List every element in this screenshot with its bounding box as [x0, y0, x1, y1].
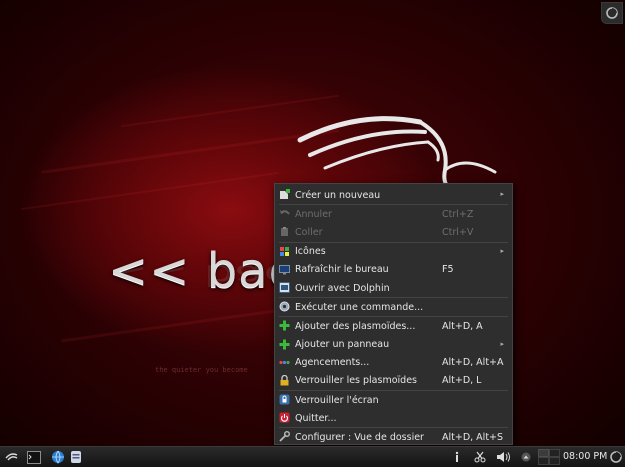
volume-tray-button[interactable] [494, 449, 514, 465]
menu-item-label: Rafraîchir le bureau [295, 264, 389, 276]
paste-icon [281, 227, 288, 237]
menu-item-label: Agencements... [295, 357, 370, 369]
lock-icon [280, 374, 289, 386]
taskbar: 08:00 PM [0, 446, 625, 467]
add-icon [279, 320, 290, 331]
menu-item-shortcut: Ctrl+V [442, 226, 474, 238]
menu-item-activities[interactable]: Agencements... Alt+D, Alt+A [275, 354, 512, 372]
menu-item-label: Ajouter un panneau [295, 339, 390, 351]
undo-icon [280, 210, 290, 215]
scissors-icon [474, 451, 486, 463]
menu-item-shortcut: Alt+D, Alt+S [442, 432, 504, 444]
speaker-icon [497, 452, 510, 462]
menu-item-shortcut: Alt+D, A [442, 320, 483, 332]
menu-item-create-new[interactable]: Créer un nouveau ▸ [275, 186, 512, 204]
panel-toolbox-button[interactable] [608, 449, 624, 465]
menu-item-open-dolphin[interactable]: Ouvrir avec Dolphin [275, 279, 512, 297]
menu-item-label: Icônes [295, 246, 326, 258]
info-icon [455, 451, 459, 462]
menu-item-label: Exécuter une commande... [295, 301, 424, 313]
menu-item-label: Coller [295, 226, 323, 238]
database-icon [71, 451, 81, 463]
submenu-arrow-icon: ▸ [500, 339, 504, 348]
menu-item-shortcut: Alt+D, L [442, 375, 482, 387]
menu-item-label: Quitter... [295, 412, 337, 424]
menu-item-add-widgets[interactable]: Ajouter des plasmoïdes... Alt+D, A [275, 317, 512, 335]
configure-icon [279, 431, 290, 443]
menu-item-refresh-desktop[interactable]: Rafraîchir le bureau F5 [275, 261, 512, 279]
menu-item-run-command[interactable]: Exécuter une commande... [275, 298, 512, 316]
menu-item-configure-folder-view[interactable]: Configurer : Vue de dossier Alt+D, Alt+S [275, 428, 512, 446]
menu-item-undo[interactable]: Annuler Ctrl+Z [275, 205, 512, 223]
menu-item-paste[interactable]: Coller Ctrl+V [275, 223, 512, 241]
menu-item-label: Ajouter des plasmoïdes... [295, 320, 416, 332]
menu-item-add-panel[interactable]: Ajouter un panneau ▸ [275, 336, 512, 354]
wallpaper-motto: the quieter you become [155, 366, 248, 374]
menu-item-label: Créer un nouveau [295, 189, 381, 201]
tray-expand-button[interactable] [518, 449, 534, 465]
toolbox-icon [610, 451, 622, 463]
submenu-arrow-icon: ▸ [500, 190, 504, 198]
chevron-up-icon [521, 452, 531, 462]
clock[interactable]: 08:00 PM [563, 451, 607, 462]
file-manager-launcher-button[interactable] [68, 449, 84, 465]
lock-screen-icon [279, 394, 290, 405]
dragon-launcher-icon [5, 453, 18, 461]
application-launcher-button[interactable] [4, 449, 20, 465]
menu-item-label: Annuler [295, 208, 332, 220]
system-info-button[interactable] [449, 449, 465, 465]
activities-icon [279, 360, 290, 364]
desktop-context-menu: Créer un nouveau ▸ Annuler Ctrl+Z Coller… [274, 183, 513, 445]
menu-item-icons[interactable]: Icônes ▸ [275, 243, 512, 261]
menu-item-shortcut: Ctrl+Z [442, 208, 474, 220]
menu-item-lock-widgets[interactable]: Verrouiller les plasmoïdes Alt+D, L [275, 372, 512, 390]
menu-item-label: Verrouiller les plasmoïdes [295, 375, 417, 387]
menu-item-label: Ouvrir avec Dolphin [295, 282, 390, 294]
menu-item-label: Verrouiller l'écran [295, 394, 379, 406]
submenu-arrow-icon: ▸ [500, 246, 504, 255]
menu-item-label: Configurer : Vue de dossier [295, 432, 424, 444]
menu-item-logout[interactable]: Quitter... [275, 409, 512, 427]
terminal-launcher-button[interactable] [26, 449, 42, 465]
toolbox-icon [606, 7, 618, 19]
run-command-icon [279, 301, 290, 312]
add-panel-icon [279, 339, 290, 349]
menu-item-shortcut: Alt+D, Alt+A [442, 357, 504, 369]
refresh-icon [279, 264, 290, 275]
menu-item-shortcut: F5 [442, 264, 454, 276]
icons-icon [280, 246, 289, 256]
logout-icon [279, 412, 290, 423]
globe-icon [52, 450, 64, 464]
dolphin-icon [279, 282, 290, 293]
terminal-icon [27, 450, 41, 464]
desktop-toolbox-button[interactable] [601, 2, 623, 24]
pager-icon [538, 449, 560, 465]
pager-widget[interactable] [537, 449, 561, 465]
browser-launcher-button[interactable] [50, 449, 66, 465]
new-icon [280, 189, 290, 199]
clipboard-tray-button[interactable] [472, 449, 488, 465]
menu-item-lock-screen[interactable]: Verrouiller l'écran [275, 391, 512, 409]
